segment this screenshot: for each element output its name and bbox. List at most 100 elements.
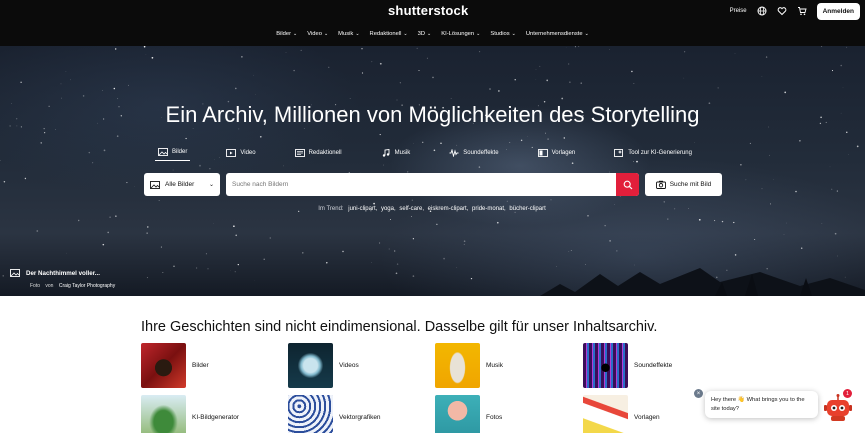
category-musik[interactable]: Musik bbox=[435, 343, 503, 388]
nav-item-musik[interactable]: Musik ⌄ bbox=[338, 31, 359, 37]
star bbox=[411, 216, 412, 217]
star bbox=[489, 88, 491, 90]
image-search-button[interactable]: Suche mit Bild bbox=[645, 173, 722, 196]
tab-musik[interactable]: Musik bbox=[378, 148, 414, 161]
trending-term[interactable]: eiskrem-clipart, bbox=[428, 206, 469, 212]
star bbox=[293, 69, 295, 72]
star bbox=[633, 83, 635, 84]
star bbox=[520, 139, 523, 142]
star bbox=[770, 203, 771, 205]
star bbox=[342, 250, 344, 253]
star bbox=[158, 200, 160, 201]
star bbox=[379, 242, 381, 244]
star bbox=[463, 243, 465, 245]
search-button[interactable] bbox=[616, 173, 639, 196]
nav-item-unternehmensdienste[interactable]: Unternehmensdienste ⌄ bbox=[526, 31, 589, 37]
trending-term[interactable]: yoga, bbox=[381, 206, 396, 212]
star bbox=[842, 87, 844, 89]
star bbox=[683, 77, 685, 79]
star bbox=[535, 69, 537, 70]
chat-close-button[interactable]: × bbox=[694, 389, 703, 398]
star bbox=[506, 200, 508, 202]
music-note-icon bbox=[381, 148, 391, 157]
nav-item-video[interactable]: Video ⌄ bbox=[307, 31, 328, 37]
star bbox=[795, 190, 797, 193]
star bbox=[765, 56, 768, 58]
trending-term[interactable]: bücher-clipart bbox=[509, 206, 545, 212]
shutterstock-logo[interactable]: shutterstock bbox=[388, 3, 468, 18]
star bbox=[269, 237, 271, 239]
category-fotos[interactable]: Fotos bbox=[435, 395, 502, 433]
star bbox=[113, 87, 116, 90]
tab-video[interactable]: Video bbox=[223, 148, 258, 161]
asset-type-dropdown[interactable]: Alle Bilder ⌄ bbox=[144, 173, 220, 196]
star bbox=[117, 98, 119, 100]
tab-bilder[interactable]: Bilder bbox=[155, 148, 191, 161]
star bbox=[616, 250, 618, 252]
section-title: Ihre Geschichten sind nicht eindimension… bbox=[141, 319, 658, 335]
category-thumbnail bbox=[583, 343, 628, 388]
tab-soundeffekte[interactable]: Soundeffekte bbox=[446, 147, 501, 161]
trending-term[interactable]: juni-clipart, bbox=[348, 206, 377, 212]
star bbox=[563, 137, 566, 139]
star bbox=[546, 79, 549, 82]
nav-item-ki-loesungen[interactable]: KI-Lösungen ⌄ bbox=[441, 31, 480, 37]
star bbox=[128, 84, 129, 86]
category-bilder[interactable]: Bilder bbox=[141, 343, 209, 388]
star bbox=[146, 277, 148, 279]
category-vorlagen[interactable]: Vorlagen bbox=[583, 395, 660, 433]
nav-item-bilder[interactable]: Bilder ⌄ bbox=[276, 31, 297, 37]
chevron-down-icon: ⌄ bbox=[584, 31, 589, 37]
nav-label: Redaktionell bbox=[369, 31, 402, 37]
image-icon bbox=[158, 148, 168, 156]
search-input[interactable] bbox=[226, 181, 606, 188]
star bbox=[411, 199, 413, 201]
chevron-down-icon: ⌄ bbox=[476, 31, 481, 37]
star bbox=[844, 276, 846, 278]
star bbox=[698, 218, 701, 221]
ai-sparkle-icon bbox=[614, 148, 624, 157]
tab-label: Vorlagen bbox=[551, 149, 576, 156]
star bbox=[396, 99, 398, 101]
signin-button[interactable]: Anmelden bbox=[816, 2, 860, 20]
star bbox=[92, 162, 94, 164]
star bbox=[436, 223, 438, 225]
top-navigation-bar: shutterstock Preise Anmelden Bilder ⌄ Vid… bbox=[0, 0, 865, 46]
star bbox=[721, 220, 724, 223]
star bbox=[303, 128, 305, 129]
star bbox=[426, 57, 428, 59]
star bbox=[422, 141, 424, 143]
tab-ki-generierung[interactable]: Tool zur KI-Generierung bbox=[611, 148, 695, 161]
star bbox=[478, 166, 481, 168]
category-vektorgrafiken[interactable]: Vektorgrafiken bbox=[288, 395, 381, 433]
category-videos[interactable]: Videos bbox=[288, 343, 359, 388]
category-ki-bildgenerator[interactable]: KI-Bildgenerator bbox=[141, 395, 239, 433]
chevron-down-icon: ⌄ bbox=[293, 31, 298, 37]
nav-item-redaktionell[interactable]: Redaktionell ⌄ bbox=[370, 31, 408, 37]
cart-icon[interactable] bbox=[797, 6, 807, 16]
star bbox=[784, 91, 787, 94]
star bbox=[450, 98, 452, 99]
pricing-link[interactable]: Preise bbox=[730, 8, 747, 14]
star bbox=[587, 214, 589, 217]
nav-label: Musik bbox=[338, 31, 354, 37]
heart-icon[interactable] bbox=[777, 6, 787, 16]
star bbox=[544, 132, 546, 134]
nav-item-studios[interactable]: Studios ⌄ bbox=[490, 31, 516, 37]
category-soundeffekte[interactable]: Soundeffekte bbox=[583, 343, 672, 388]
trending-term[interactable]: pride-monat, bbox=[472, 206, 506, 212]
tab-vorlagen[interactable]: Vorlagen bbox=[535, 148, 579, 161]
main-nav: Bilder ⌄ Video ⌄ Musik ⌄ Redaktionell ⌄ 3D ⌄ … bbox=[0, 31, 865, 37]
category-label: Fotos bbox=[486, 414, 503, 421]
star bbox=[383, 164, 384, 166]
credit-title[interactable]: Der Nachthimmel voller... bbox=[26, 270, 100, 277]
globe-icon[interactable] bbox=[757, 6, 767, 16]
chevron-down-icon: ⌄ bbox=[511, 31, 516, 37]
category-label: Vektorgrafiken bbox=[339, 414, 381, 421]
credit-author[interactable]: Craig Taylor Photography bbox=[59, 283, 115, 289]
search-icon bbox=[623, 180, 633, 190]
tab-redaktionell[interactable]: Redaktionell bbox=[292, 148, 345, 161]
trending-term[interactable]: self-care, bbox=[399, 206, 424, 212]
nav-item-3d[interactable]: 3D ⌄ bbox=[418, 31, 432, 37]
chat-bubble[interactable]: Hey there 👋 What brings you to the site … bbox=[705, 391, 818, 418]
